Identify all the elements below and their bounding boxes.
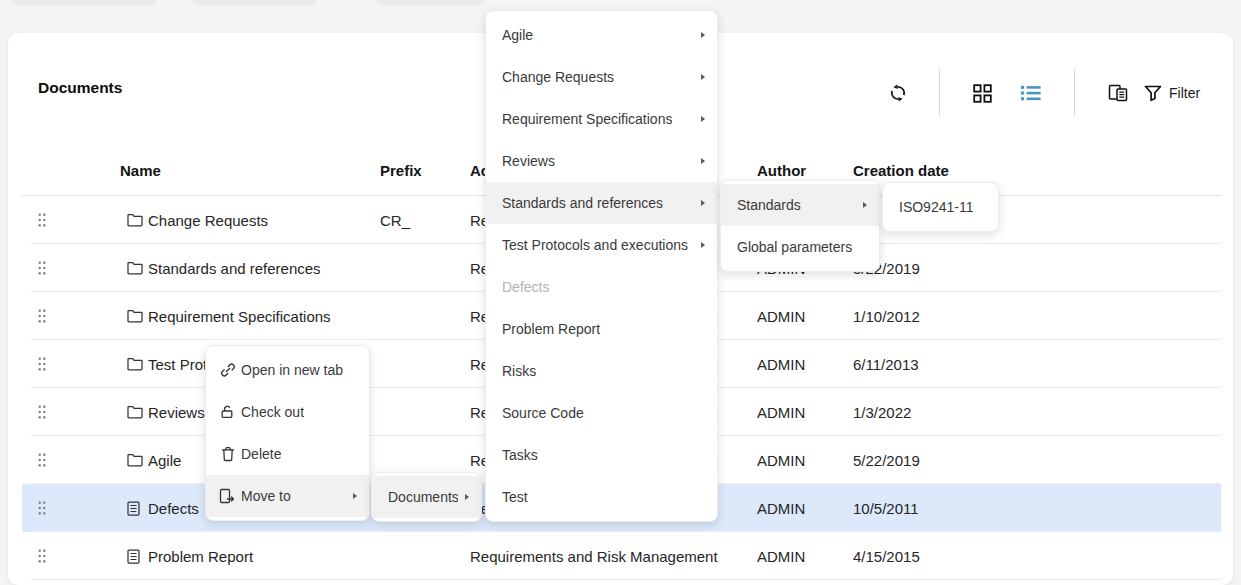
panel-title: Documents [38,79,122,97]
placeholder-bar [13,0,157,4]
row-author: ADMIN [757,340,805,388]
placeholder-bar [193,0,317,4]
menu-item-change-requests[interactable]: Change Requests [486,56,717,98]
menu-item-problem-report[interactable]: Problem Report [486,308,717,350]
filter-icon [1144,85,1162,102]
folder-icon [127,196,145,244]
row-activity: Requirements and Risk Management [470,532,718,580]
menu-item-reviews[interactable]: Reviews [486,140,717,182]
move-icon [219,488,236,504]
submenu-arrow-icon [465,494,469,500]
list-view-icon[interactable] [1017,79,1045,107]
filter-label: Filter [1169,85,1200,101]
folder-icon [127,436,145,484]
submenu-arrow-icon [701,32,705,38]
menu-item-test-protocols-and-executions[interactable]: Test Protocols and executions [486,224,717,266]
menu-item-source-code[interactable]: Source Code [486,392,717,434]
table-row[interactable]: Problem Report Requirements and Risk Mana… [22,532,1221,580]
menu-item-documents[interactable]: Documents [372,476,481,518]
menu-item-standards[interactable]: Standards [721,184,879,226]
toolbar-separator [939,69,940,116]
row-creation-date: 6/11/2013 [853,340,919,388]
column-header-creation-date[interactable]: Creation date [853,162,949,179]
drag-handle-icon[interactable] [34,292,50,340]
menu-item-tasks[interactable]: Tasks [486,434,717,476]
column-header-prefix[interactable]: Prefix [380,162,422,179]
menu-item-defects: Defects [486,266,717,308]
column-header-author[interactable]: Author [757,162,806,179]
submenu-arrow-icon [863,202,867,208]
row-name: Requirement Specifications [148,292,331,340]
drag-handle-icon[interactable] [34,484,50,532]
row-author: ADMIN [757,436,805,484]
context-menu: Open in new tabCheck outDeleteMove to [205,345,370,521]
menu-item-delete[interactable]: Delete [206,433,369,475]
file-icon [127,532,145,580]
submenu-arrow-icon [701,74,705,80]
row-name: Problem Report [148,532,253,580]
column-header-name[interactable]: Name [120,162,161,179]
menu-item-risks[interactable]: Risks [486,350,717,392]
folders-menu: AgileChange RequestsRequirement Specific… [485,10,718,522]
row-creation-date: 4/15/2015 [853,532,920,580]
row-name: Defects [148,484,199,532]
standards-leaf-submenu: ISO9241-11 [882,182,999,232]
unlock-icon [219,404,236,420]
row-creation-date: 1/10/2012 [853,292,920,340]
drag-handle-icon[interactable] [34,532,50,580]
folder-icon [127,388,145,436]
grid-view-icon[interactable] [968,79,996,107]
file-icon [127,484,145,532]
drag-handle-icon[interactable] [34,244,50,292]
folder-icon [127,244,145,292]
row-creation-date: 5/22/2019 [853,436,920,484]
row-author: ADMIN [757,292,805,340]
toolbar-separator [1074,69,1075,116]
menu-item-open-in-new-tab[interactable]: Open in new tab [206,349,369,391]
menu-item-move-to[interactable]: Move to [206,475,369,517]
folder-icon [127,340,145,388]
row-author: ADMIN [757,484,805,532]
row-name: Reviews [148,388,205,436]
row-author: ADMIN [757,388,805,436]
row-prefix: CR_ [380,196,410,244]
copy-documents-icon[interactable] [1104,79,1132,107]
drag-handle-icon[interactable] [34,388,50,436]
menu-item-iso9241-11[interactable]: ISO9241-11 [883,186,998,228]
menu-item-test[interactable]: Test [486,476,717,518]
filter-button[interactable]: Filter [1144,79,1200,107]
row-creation-date: 1/3/2022 [853,388,911,436]
submenu-arrow-icon [701,200,705,206]
row-creation-date: 10/5/2011 [853,484,919,532]
submenu-arrow-icon [701,116,705,122]
submenu-arrow-icon [701,158,705,164]
row-author: ADMIN [757,532,805,580]
move-to-submenu: Documents [371,472,482,522]
row-name: Change Requests [148,196,268,244]
standards-submenu: StandardsGlobal parameters [720,180,880,272]
row-name: Standards and references [148,244,321,292]
menu-item-requirement-specifications[interactable]: Requirement Specifications [486,98,717,140]
page: Documents [0,0,1241,585]
placeholder-bar [377,0,483,4]
trash-icon [219,446,236,462]
menu-item-agile[interactable]: Agile [486,14,717,56]
refresh-icon[interactable] [884,79,912,107]
folder-icon [127,292,145,340]
row-name: Agile [148,436,181,484]
drag-handle-icon[interactable] [34,196,50,244]
menu-item-standards-and-references[interactable]: Standards and references [486,182,717,224]
submenu-arrow-icon [353,493,357,499]
menu-item-check-out[interactable]: Check out [206,391,369,433]
menu-item-global-parameters[interactable]: Global parameters [721,226,879,268]
link-icon [219,362,236,378]
drag-handle-icon[interactable] [34,436,50,484]
submenu-arrow-icon [701,242,705,248]
drag-handle-icon[interactable] [34,340,50,388]
